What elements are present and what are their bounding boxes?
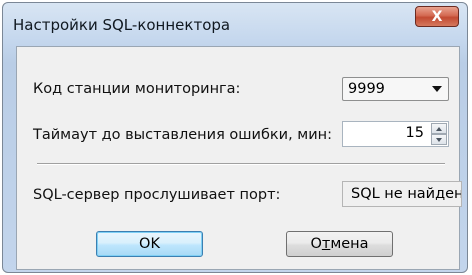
- port-status-field: SQL не найден: [342, 181, 462, 207]
- cancel-label-part: О: [310, 236, 322, 252]
- arrow-up-icon: [436, 127, 442, 131]
- stepper-down-button[interactable]: [431, 134, 447, 145]
- close-button[interactable]: X: [415, 6, 459, 27]
- port-label: SQL-сервер прослушивает порт:: [33, 187, 281, 203]
- chevron-down-icon: [432, 86, 442, 92]
- arrow-down-icon: [436, 138, 442, 142]
- station-code-value: 9999: [348, 81, 385, 97]
- ok-button-label: OK: [139, 236, 160, 252]
- cancel-label-part: мена: [330, 236, 369, 252]
- dialog-window: Настройки SQL-коннектора X Код станции м…: [2, 2, 468, 273]
- cancel-button-label: Отмена: [310, 236, 368, 252]
- window-title: Настройки SQL-коннектора: [13, 16, 231, 34]
- stepper-up-button[interactable]: [431, 123, 447, 134]
- divider: [37, 163, 445, 165]
- station-code-label: Код станции мониторинга:: [33, 81, 241, 97]
- ok-button[interactable]: OK: [96, 231, 203, 257]
- timeout-stepper[interactable]: 15: [342, 121, 449, 147]
- title-bar[interactable]: Настройки SQL-коннектора X: [3, 3, 467, 37]
- timeout-value[interactable]: 15: [406, 125, 424, 141]
- port-status-value: SQL не найден: [351, 186, 462, 202]
- dialog-body: Код станции мониторинга: 9999 Таймаут до…: [16, 46, 462, 270]
- close-icon: X: [431, 8, 443, 25]
- station-code-select[interactable]: 9999: [342, 77, 449, 101]
- cancel-button[interactable]: Отмена: [286, 231, 393, 257]
- timeout-label: Таймаут до выставления ошибки, мин:: [33, 127, 333, 143]
- stepper-buttons: [431, 123, 447, 145]
